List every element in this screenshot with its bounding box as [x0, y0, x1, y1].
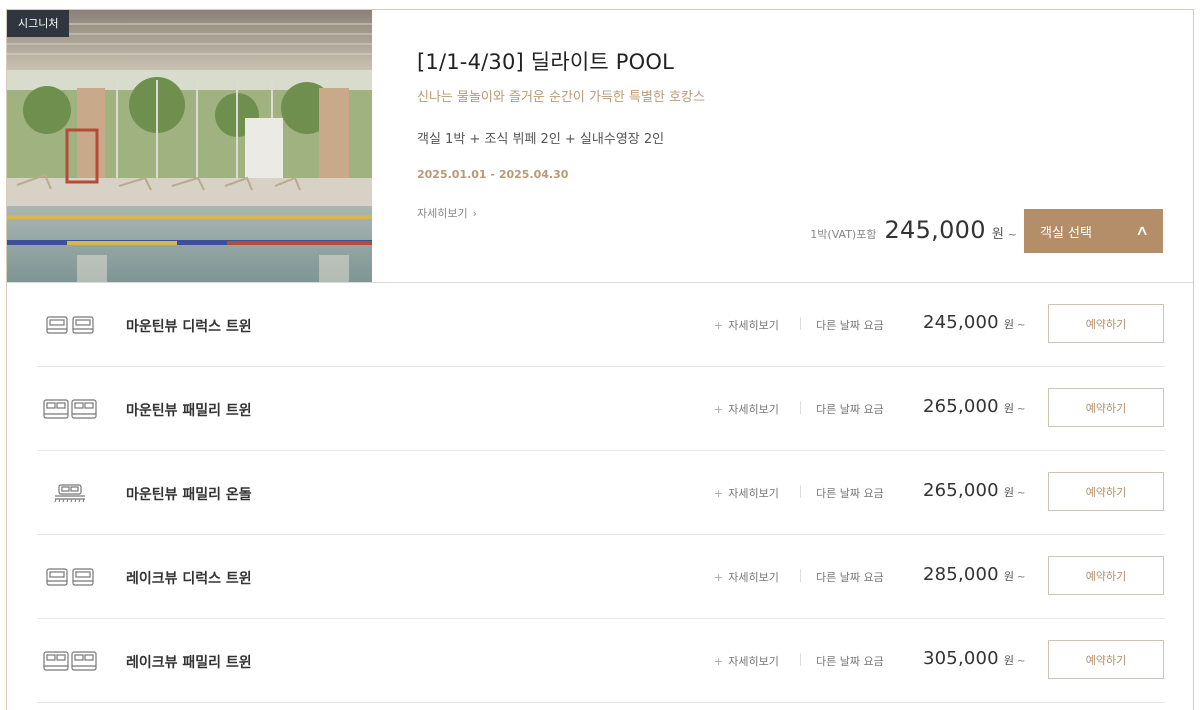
plus-icon: + — [714, 655, 724, 668]
room-price: 245,000 원 ~ — [923, 312, 1025, 333]
divider — [800, 485, 801, 498]
other-dates-link[interactable]: 다른 날짜 요금 — [816, 569, 884, 585]
room-detail-link[interactable]: + 자세히보기 — [714, 401, 779, 417]
room-price-tilde: ~ — [1016, 656, 1026, 667]
family-twin-bed-icon — [43, 651, 97, 671]
room-row: 마운틴뷰 패밀리 트윈 + 자세히보기 다른 날짜 요금 265,000 원 ~ … — [37, 367, 1165, 451]
room-price-amount: 265,000 — [923, 396, 999, 417]
room-row: 레이크뷰 디럭스 트윈 + 자세히보기 다른 날짜 요금 285,000 원 ~ … — [37, 535, 1165, 619]
other-dates-link[interactable]: 다른 날짜 요금 — [816, 317, 884, 333]
package-title: [1/1-4/30] 딜라이트 POOL — [417, 50, 674, 74]
reserve-button[interactable]: 예약하기 — [1048, 556, 1164, 595]
room-price: 285,000 원 ~ — [923, 564, 1025, 585]
room-detail-label: 자세히보기 — [728, 487, 779, 500]
room-price: 265,000 원 ~ — [923, 480, 1025, 501]
room-list: 마운틴뷰 디럭스 트윈 + 자세히보기 다른 날짜 요금 245,000 원 ~ … — [6, 283, 1194, 710]
package-photo: 시그니처 — [7, 10, 372, 282]
room-price-currency: 원 — [1003, 570, 1014, 583]
twin-bed-icon — [46, 316, 94, 334]
room-price-currency: 원 — [1003, 402, 1014, 415]
room-detail-label: 자세히보기 — [728, 655, 779, 668]
room-price-amount: 305,000 — [923, 648, 999, 669]
package-price-currency: 원 — [991, 227, 1004, 242]
plus-icon: + — [714, 487, 724, 500]
room-price-currency: 원 — [1003, 318, 1014, 331]
room-price: 265,000 원 ~ — [923, 396, 1025, 417]
package-card: 시그니처 [1/1-4/30] 딜라이트 POOL 신나는 물놀이와 즐거운 순… — [6, 9, 1194, 283]
room-price-tilde: ~ — [1016, 404, 1026, 415]
divider — [800, 401, 801, 414]
other-dates-link[interactable]: 다른 날짜 요금 — [816, 401, 884, 417]
room-detail-link[interactable]: + 자세히보기 — [714, 485, 779, 501]
package-detail-label: 자세히보기 — [417, 207, 468, 220]
room-price-tilde: ~ — [1016, 572, 1026, 583]
room-price: 305,000 원 ~ — [923, 648, 1025, 669]
room-row: 마운틴뷰 디럭스 트윈 + 자세히보기 다른 날짜 요금 245,000 원 ~ … — [37, 283, 1165, 367]
indoor-pool-photo — [7, 10, 372, 282]
room-price-amount: 285,000 — [923, 564, 999, 585]
room-price-currency: 원 — [1003, 654, 1014, 667]
reserve-button[interactable]: 예약하기 — [1048, 304, 1164, 343]
room-name: 마운틴뷰 디럭스 트윈 — [126, 319, 252, 335]
package-price-tilde: ~ — [1007, 228, 1017, 241]
signature-badge: 시그니처 — [7, 10, 70, 37]
twin-bed-icon — [46, 568, 94, 586]
chevron-right-icon: › — [472, 207, 478, 220]
divider — [800, 653, 801, 666]
family-twin-bed-icon — [43, 399, 97, 419]
divider — [800, 569, 801, 582]
room-name: 레이크뷰 패밀리 트윈 — [126, 655, 252, 671]
room-detail-label: 자세히보기 — [728, 403, 779, 416]
plus-icon: + — [714, 571, 724, 584]
package-price-amount: 245,000 — [884, 216, 986, 244]
room-name: 레이크뷰 디럭스 트윈 — [126, 571, 252, 587]
package-period: 2025.01.01 - 2025.04.30 — [417, 168, 569, 181]
package-includes: 객실 1박 + 조식 뷔페 2인 + 실내수영장 2인 — [417, 132, 665, 147]
package-price-label: 1박(VAT)포함 — [810, 228, 877, 241]
other-dates-link[interactable]: 다른 날짜 요금 — [816, 653, 884, 669]
room-price-tilde: ~ — [1016, 320, 1026, 331]
room-detail-link[interactable]: + 자세히보기 — [714, 653, 779, 669]
select-room-label: 객실 선택 — [1040, 225, 1092, 241]
room-row: 레이크뷰 패밀리 트윈 + 자세히보기 다른 날짜 요금 305,000 원 ~ … — [37, 619, 1165, 703]
package-price: 1박(VAT)포함 245,000 원 ~ — [810, 216, 1017, 244]
ondol-floor-bed-icon — [54, 484, 85, 503]
room-detail-label: 자세히보기 — [728, 571, 779, 584]
other-dates-link[interactable]: 다른 날짜 요금 — [816, 485, 884, 501]
room-name: 마운틴뷰 패밀리 온돌 — [126, 487, 252, 503]
select-room-button[interactable]: 객실 선택 ∧ — [1024, 209, 1163, 253]
chevron-up-icon: ∧ — [1134, 223, 1150, 239]
reserve-button[interactable]: 예약하기 — [1048, 388, 1164, 427]
room-detail-label: 자세히보기 — [728, 319, 779, 332]
divider — [800, 317, 801, 330]
room-price-amount: 245,000 — [923, 312, 999, 333]
plus-icon: + — [714, 319, 724, 332]
room-detail-link[interactable]: + 자세히보기 — [714, 317, 779, 333]
package-subtitle: 신나는 물놀이와 즐거운 순간이 가득한 특별한 호캉스 — [417, 90, 705, 105]
plus-icon: + — [714, 403, 724, 416]
reserve-button[interactable]: 예약하기 — [1048, 472, 1164, 511]
package-detail-link[interactable]: 자세히보기 › — [417, 205, 477, 221]
room-row: 마운틴뷰 패밀리 온돌 + 자세히보기 다른 날짜 요금 265,000 원 ~ … — [37, 451, 1165, 535]
package-offer-page: 시그니처 [1/1-4/30] 딜라이트 POOL 신나는 물놀이와 즐거운 순… — [0, 0, 1200, 710]
room-detail-link[interactable]: + 자세히보기 — [714, 569, 779, 585]
room-name: 마운틴뷰 패밀리 트윈 — [126, 403, 252, 419]
reserve-button[interactable]: 예약하기 — [1048, 640, 1164, 679]
room-price-currency: 원 — [1003, 486, 1014, 499]
room-price-amount: 265,000 — [923, 480, 999, 501]
room-price-tilde: ~ — [1016, 488, 1026, 499]
